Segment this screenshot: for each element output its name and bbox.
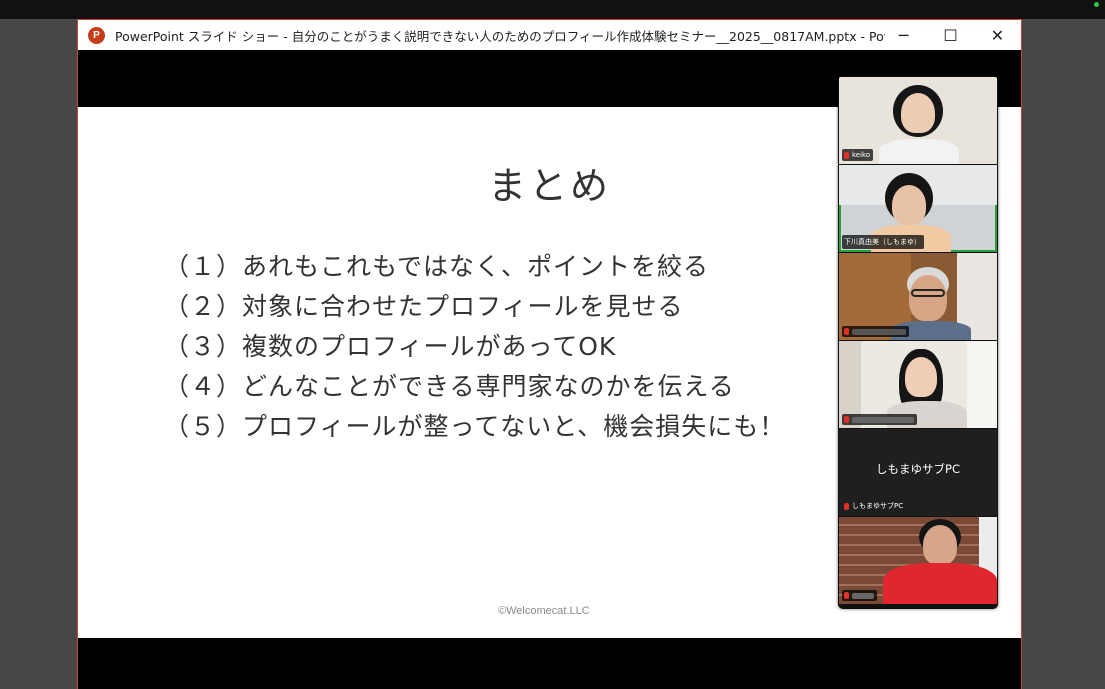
participant-name-tag: [842, 414, 917, 425]
participant-name-blurred: [852, 416, 914, 423]
summary-points: （１）あれもこれもではなく、ポイントを絞る （２）対象に合わせたプロフィールを見…: [164, 247, 785, 447]
slide-title: まとめ: [488, 164, 612, 208]
participant-tile[interactable]: [839, 253, 997, 340]
room-background: [967, 341, 997, 428]
participant-tile[interactable]: keiko: [839, 77, 997, 164]
window-title: PowerPoint スライド ショー - 自分のことがうまく説明できない人のた…: [115, 28, 885, 44]
participant-name-tag: しもまゆサブPC: [842, 499, 906, 513]
maximize-button[interactable]: ☐: [927, 20, 974, 51]
participant-face: [909, 275, 947, 321]
participant-name: keiko: [852, 151, 871, 159]
mic-muted-icon: [844, 502, 849, 510]
participant-tile[interactable]: [839, 517, 997, 604]
participant-name-tag: [842, 590, 877, 601]
minimize-button[interactable]: ─: [880, 20, 927, 51]
window-controls: ─ ☐ ✕: [880, 20, 1021, 51]
summary-point: （４）どんなことができる専門家なのかを伝える: [164, 372, 735, 401]
participant-tile[interactable]: [839, 341, 997, 428]
participant-body: [883, 563, 997, 604]
participant-name-blurred: [852, 592, 874, 599]
copyright-text: ©Welcomecat.LLC: [498, 605, 590, 617]
participant-name-tag: keiko: [842, 149, 874, 161]
status-dot: [1094, 2, 1099, 7]
participant-face: [905, 357, 937, 397]
participant-name: しもまゆサブPC: [852, 502, 904, 510]
participant-name: 下川真由美（しもまゆ）: [844, 238, 921, 246]
mic-muted-icon: [844, 151, 849, 159]
top-strip: [0, 0, 1105, 19]
summary-point: （２）対象に合わせたプロフィールを見せる: [164, 292, 684, 321]
participant-face: [892, 185, 926, 225]
summary-point: （５）プロフィールが整ってないと、機会損失にも！: [164, 412, 786, 441]
participant-face: [923, 525, 957, 565]
participant-face: [901, 93, 935, 133]
participant-display-name: しもまゆサブPC: [876, 462, 960, 476]
summary-point: （３）複数のプロフィールがあってOK: [164, 332, 617, 361]
glasses: [911, 289, 945, 297]
mic-muted-icon: [844, 328, 849, 335]
powerpoint-icon: P: [88, 26, 105, 44]
mic-muted-icon: [844, 592, 849, 599]
close-button[interactable]: ✕: [974, 20, 1021, 51]
participant-tile[interactable]: 下川真由美（しもまゆ）: [839, 165, 997, 252]
participant-body: [879, 139, 959, 164]
mic-muted-icon: [844, 416, 849, 423]
summary-point: （１）あれもこれもではなく、ポイントを絞る: [164, 252, 710, 281]
participant-name-tag: 下川真由美（しもまゆ）: [842, 235, 924, 249]
participant-tile[interactable]: しもまゆサブPC しもまゆサブPC: [839, 429, 997, 516]
title-bar: P PowerPoint スライド ショー - 自分のことがうまく説明できない人…: [78, 19, 1021, 50]
participant-name-blurred: [852, 328, 906, 335]
participant-name-tag: [842, 326, 909, 337]
video-participant-panel: keiko 下川真由美（しもまゆ） しもまゆサブPC しもまゆサブPC: [838, 76, 998, 609]
